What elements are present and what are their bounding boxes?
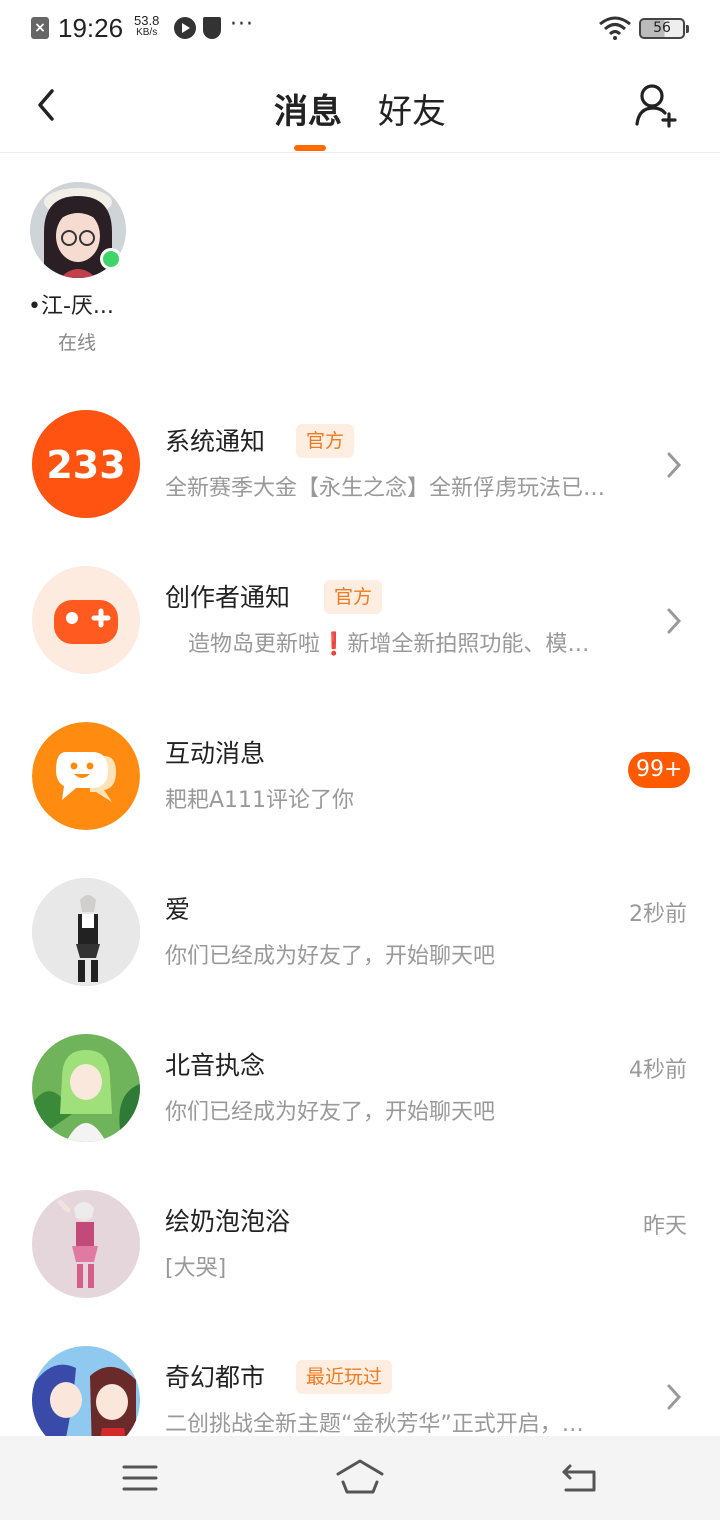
message-row-system-notice[interactable]: 233 系统通知 官方 全新赛季大金【永生之念】全新俘虏玩法已…: [0, 410, 720, 540]
network-speed-unit: KB/s: [136, 27, 158, 38]
status-bar: × 19:26 53.8 KB/s ··· 56: [0, 0, 720, 58]
official-badge: 官方: [296, 424, 355, 458]
message-preview: 全新赛季大金【永生之念】全新俘虏玩法已…: [165, 476, 606, 501]
recently-played-badge: 最近玩过: [296, 1360, 393, 1394]
chat-avatar: [32, 878, 140, 986]
message-title: 创作者通知: [165, 583, 291, 612]
message-preview: 耙耙A111评论了你: [165, 788, 355, 813]
svg-text:233: 233: [46, 443, 125, 487]
home-icon[interactable]: [335, 1458, 385, 1496]
message-row-creator-notice[interactable]: 创作者通知 官方 造物岛更新啦❗新增全新拍照功能、模…: [0, 566, 720, 696]
header: 消息 好友: [0, 58, 720, 153]
message-row-game[interactable]: 奇幻都市 最近玩过 二创挑战全新主题“金秋芳华”正式开启，…: [0, 1346, 720, 1436]
message-time: 2秒前: [629, 902, 687, 927]
chevron-right-icon: [667, 608, 682, 634]
more-notifications-icon: ···: [230, 12, 254, 37]
system-navigation-bar: [0, 1436, 720, 1520]
message-preview: 你们已经成为好友了，开始聊天吧: [165, 944, 496, 969]
creator-notice-avatar: [32, 566, 140, 674]
battery-indicator: 56: [639, 18, 689, 39]
message-title: 北音执念: [165, 1051, 266, 1080]
message-time: 4秒前: [629, 1058, 687, 1083]
wifi-icon: [599, 16, 631, 40]
message-title: 奇幻都市: [165, 1363, 266, 1392]
online-status-dot: [100, 248, 122, 270]
menu-icon[interactable]: [122, 1464, 158, 1492]
message-row-chat[interactable]: 爱 2秒前 你们已经成为好友了，开始聊天吧: [0, 878, 720, 1008]
message-preview: 二创挑战全新主题“金秋芳华”正式开启，…: [165, 1412, 584, 1436]
media-play-icon: [174, 17, 196, 39]
online-friend-name: •江-厌...: [28, 294, 114, 319]
message-preview: 造物岛更新啦❗新增全新拍照功能、模…: [188, 632, 590, 657]
chat-avatar: [32, 1190, 140, 1298]
game-avatar: [32, 1346, 140, 1436]
notification-close-icon: ×: [31, 17, 49, 39]
tab-friends[interactable]: 好友: [378, 84, 446, 133]
message-preview: [大哭]: [165, 1256, 227, 1281]
tab-messages[interactable]: 消息: [274, 84, 342, 133]
chat-avatar: [32, 1034, 140, 1142]
chevron-right-icon: [667, 1384, 682, 1410]
message-row-chat[interactable]: 绘奶泡泡浴 昨天 [大哭]: [0, 1190, 720, 1320]
add-friend-icon[interactable]: [633, 82, 679, 128]
network-speed-value: 53.8: [134, 13, 160, 28]
status-time: 19:26: [58, 13, 124, 43]
message-row-chat[interactable]: 北音执念 4秒前 你们已经成为好友了，开始聊天吧: [0, 1034, 720, 1164]
system-notice-avatar: 233: [32, 410, 140, 518]
active-tab-indicator: [294, 145, 326, 151]
unread-count-badge: 99+: [628, 752, 691, 788]
official-badge: 官方: [324, 580, 383, 614]
message-title: 绘奶泡泡浴: [165, 1207, 291, 1236]
shield-icon: [203, 17, 221, 39]
message-title: 系统通知: [165, 427, 266, 456]
interactions-avatar: [32, 722, 140, 830]
message-time: 昨天: [642, 1214, 687, 1239]
back-icon[interactable]: [30, 85, 62, 125]
chevron-right-icon: [667, 452, 682, 478]
message-row-interactions[interactable]: 互动消息 耙耙A111评论了你 99+: [0, 722, 720, 852]
message-title: 互动消息: [165, 739, 266, 768]
online-friend-status: 在线: [58, 332, 97, 354]
nav-back-icon[interactable]: [560, 1462, 598, 1494]
network-speed: 53.8 KB/s: [134, 13, 160, 39]
message-preview: 你们已经成为好友了，开始聊天吧: [165, 1100, 496, 1125]
message-title: 爱: [165, 895, 191, 924]
online-friend-item[interactable]: •江-厌... 在线: [24, 180, 134, 360]
